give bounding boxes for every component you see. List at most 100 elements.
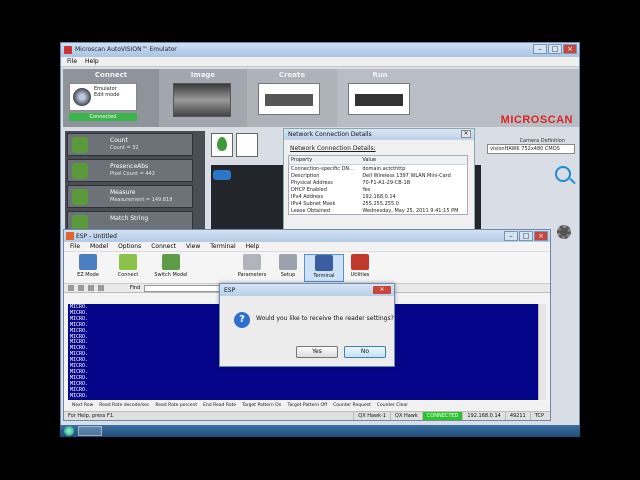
table-row: IPv4 Subnet Mask 255.255.255.0 [289,200,468,207]
maximize-button[interactable]: □ [548,44,562,54]
autovision-title: Microscan AutoVISION™ Emulator [75,46,177,53]
column-header[interactable]: Property [288,155,361,165]
macro-next-row[interactable]: Next Row [72,403,93,409]
clear-icon[interactable] [78,285,84,291]
minimize-button[interactable]: – [504,231,518,241]
macro-button[interactable]: Counter Clear [377,403,408,409]
close-button[interactable]: × [563,44,577,54]
macro-button[interactable]: Target Pattern Off [288,403,328,409]
network-details-subtitle: Network Connection Details: [290,145,376,152]
copy-icon[interactable] [88,285,94,291]
menu-terminal[interactable]: Terminal [210,243,235,250]
property-cell: DHCP Enabled [291,186,327,193]
parameters-label: Parameters [237,272,267,278]
status-protocol: TCP [529,412,548,420]
menu-help[interactable]: Help [246,243,260,250]
terminal-button[interactable]: Terminal [304,254,344,282]
status-port: 49211 [504,412,530,420]
step-image-label: Image [190,71,216,79]
image-thumbnail[interactable] [173,83,231,117]
macro-button[interactable]: End Read Rate [203,403,236,409]
utilities-label: Utilities [350,272,370,278]
save-icon[interactable] [98,285,104,291]
tool-title: Count [110,137,128,144]
camera-definition-select[interactable]: visionHAWK 752x480 CMOS [487,144,575,154]
minimize-button[interactable]: – [533,44,547,54]
esp-window-controls: – □ × [504,231,548,241]
tools-panel: Count Count = 32 PresenceAbs Pixel Count… [65,131,205,236]
connection-status: Connected [69,113,137,121]
taskbar-app[interactable] [78,426,102,436]
network-details-dialog: Network Connection Details × Network Con… [283,128,475,243]
create-thumbnail[interactable] [258,83,320,115]
value-cell: 192.168.0.14 [362,193,396,200]
network-details-title: Network Connection Details [288,131,372,138]
status-device: QX Hawk [390,412,422,420]
parameters-button[interactable]: Parameters [232,254,272,278]
eye-icon[interactable] [213,170,231,180]
esp-statusbar: For Help, press F1. QX Hawk-1 QX Hawk CO… [64,411,550,420]
table-row: Lease Obtained Wednesday, May 25, 2011 9:… [289,207,468,215]
menu-connect[interactable]: Connect [151,243,176,250]
switch-model-button[interactable]: Switch Model [148,254,194,278]
macro-button[interactable]: Target Pattern On [242,403,281,409]
menu-help[interactable]: Help [85,58,99,65]
dialog-titlebar[interactable]: ESP × [220,284,394,296]
network-details-titlebar[interactable]: Network Connection Details × [284,129,474,140]
ez-mode-button[interactable]: EZ Mode [68,254,108,278]
setup-icon [279,254,297,270]
start-button[interactable] [64,426,74,436]
close-icon[interactable]: × [461,130,471,138]
tool-item[interactable]: PresenceAbs Pixel Count = 442 [67,159,193,182]
connect-button[interactable]: Connect [108,254,148,278]
yes-button[interactable]: Yes [296,346,338,358]
dialog-buttons: Yes No [296,346,386,358]
step-connect-label: Connect [94,71,128,79]
esp-toolbar: EZ Mode Connect Switch Model Parameters … [64,252,550,284]
run-thumbnail[interactable] [348,83,410,115]
property-cell: Description [291,172,320,179]
step-connect[interactable]: Connect Emulator Edit mode Connected [63,69,171,127]
macro-button[interactable]: Read Rate decode/sec [99,403,149,409]
tool-item[interactable]: Measure Measurement = 149.818 [67,185,193,208]
menu-options[interactable]: Options [118,243,141,250]
connect-icon [119,254,137,270]
value-cell: 70-F1-A1-29-CB-1B [362,179,411,186]
grid-tool-icon[interactable] [236,133,258,157]
utilities-button[interactable]: Utilities [340,254,380,278]
terminal-scrollbar[interactable] [538,304,546,400]
menu-file[interactable]: File [70,243,80,250]
taskbar [60,425,580,437]
macro-button[interactable]: Counter Request [333,403,371,409]
maximize-button[interactable]: □ [519,231,533,241]
macro-bar: Next Row Read Rate decode/sec Read Rate … [68,402,548,410]
count-tool-icon [72,137,88,153]
autovision-titlebar[interactable]: Microscan AutoVISION™ Emulator – □ × [61,43,579,57]
menu-model[interactable]: Model [90,243,108,250]
status-connected-badge: CONNECTED [421,412,463,420]
close-icon[interactable]: × [373,286,391,294]
search-icon[interactable] [555,166,571,182]
locate-tool-icon[interactable] [211,133,233,157]
autovision-window: Microscan AutoVISION™ Emulator – □ × Fil… [60,42,580,437]
switch-model-icon [162,254,180,270]
gear-icon[interactable] [557,225,571,239]
tool-title: Measure [110,189,136,196]
menu-file[interactable]: File [67,58,77,65]
close-button[interactable]: × [534,231,548,241]
no-button[interactable]: No [344,346,386,358]
dialog-title: ESP [224,287,236,294]
tool-item[interactable]: Count Count = 32 [67,133,193,156]
tool-sub: Pixel Count = 442 [110,171,155,177]
esp-title: ESP - Untitled [76,233,117,240]
create-toolstrip [211,133,281,163]
autovision-app-icon [64,46,72,54]
emulator-box[interactable]: Emulator Edit mode [69,83,137,111]
esp-titlebar[interactable]: ESP - Untitled – □ × [64,230,550,242]
status-help: For Help, press F1. [68,413,115,419]
menu-view[interactable]: View [186,243,200,250]
column-header[interactable]: Value [360,155,468,165]
setup-button[interactable]: Setup [268,254,308,278]
macro-button[interactable]: Read Rate percent [155,403,197,409]
pencil-icon[interactable] [68,285,74,291]
